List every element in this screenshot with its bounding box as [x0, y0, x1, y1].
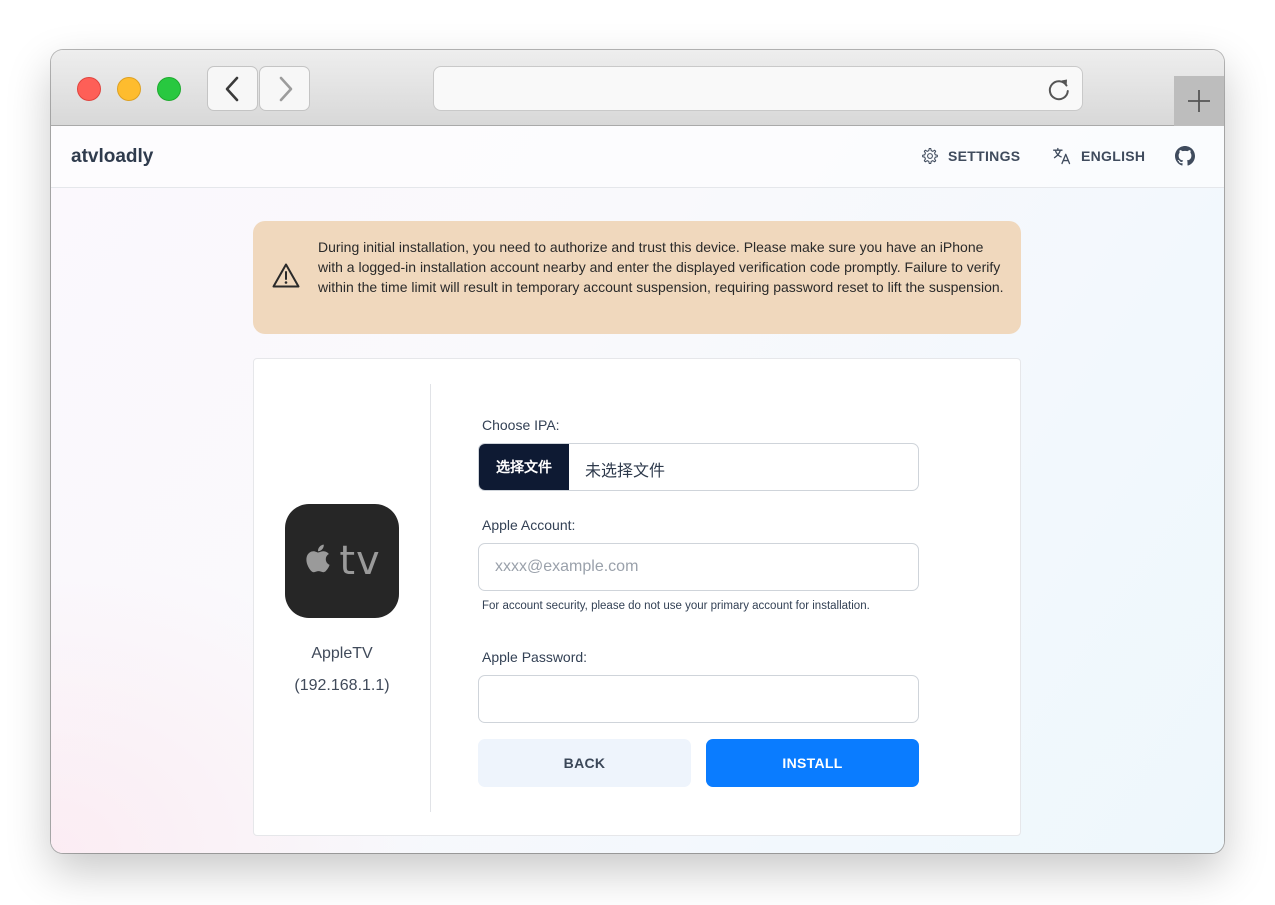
back-button[interactable]: BACK: [478, 739, 691, 787]
language-label: ENGLISH: [1081, 148, 1146, 164]
ipa-file-input[interactable]: 选择文件 未选择文件: [478, 443, 919, 491]
language-selector[interactable]: ENGLISH: [1052, 146, 1145, 166]
new-tab-button[interactable]: [1174, 76, 1224, 126]
brand-logo[interactable]: atvloadly: [71, 146, 153, 168]
page-content: atvloadly SETTINGS ENGLISH During initia…: [51, 126, 1224, 853]
zoom-window-button[interactable]: [157, 77, 181, 101]
choose-file-button[interactable]: 选择文件: [479, 444, 569, 490]
browser-forward-button[interactable]: [259, 66, 310, 111]
close-window-button[interactable]: [77, 77, 101, 101]
gear-icon: [922, 147, 938, 165]
card-divider: [430, 384, 431, 812]
account-label: Apple Account:: [482, 517, 576, 533]
apple-logo-icon: [306, 544, 330, 573]
file-status: 未选择文件: [585, 463, 666, 480]
browser-back-button[interactable]: [207, 66, 258, 111]
apple-tv-icon: tv: [285, 504, 399, 618]
device-name: AppleTV: [311, 645, 373, 662]
warning-icon: [272, 263, 300, 288]
address-bar[interactable]: [433, 66, 1083, 111]
settings-label: SETTINGS: [948, 148, 1021, 164]
chevron-right-icon: [279, 76, 292, 101]
browser-window: atvloadly SETTINGS ENGLISH During initia…: [51, 50, 1224, 853]
account-input[interactable]: [478, 543, 919, 591]
settings-link[interactable]: SETTINGS: [921, 146, 1020, 166]
translate-icon: [1053, 147, 1071, 165]
apple-tv-icon-text: tv: [339, 538, 381, 584]
install-card: tv AppleTV (192.168.1.1) Choose IPA: 选择文…: [253, 358, 1021, 836]
reload-icon[interactable]: [1046, 76, 1072, 102]
warning-alert: During initial installation, you need to…: [253, 221, 1021, 334]
password-input[interactable]: [478, 675, 919, 723]
minimize-window-button[interactable]: [117, 77, 141, 101]
account-hint: For account security, please do not use …: [482, 600, 870, 612]
ipa-label: Choose IPA:: [482, 417, 560, 433]
browser-toolbar: [51, 50, 1224, 126]
alert-message: During initial installation, you need to…: [318, 239, 1004, 295]
device-ip: (192.168.1.1): [294, 677, 390, 694]
install-button[interactable]: INSTALL: [706, 739, 919, 787]
github-icon[interactable]: [1175, 146, 1195, 166]
password-label: Apple Password:: [482, 649, 588, 665]
chevron-left-icon: [225, 76, 238, 101]
plus-icon: [1188, 90, 1210, 112]
app-header: atvloadly SETTINGS ENGLISH: [51, 126, 1224, 188]
